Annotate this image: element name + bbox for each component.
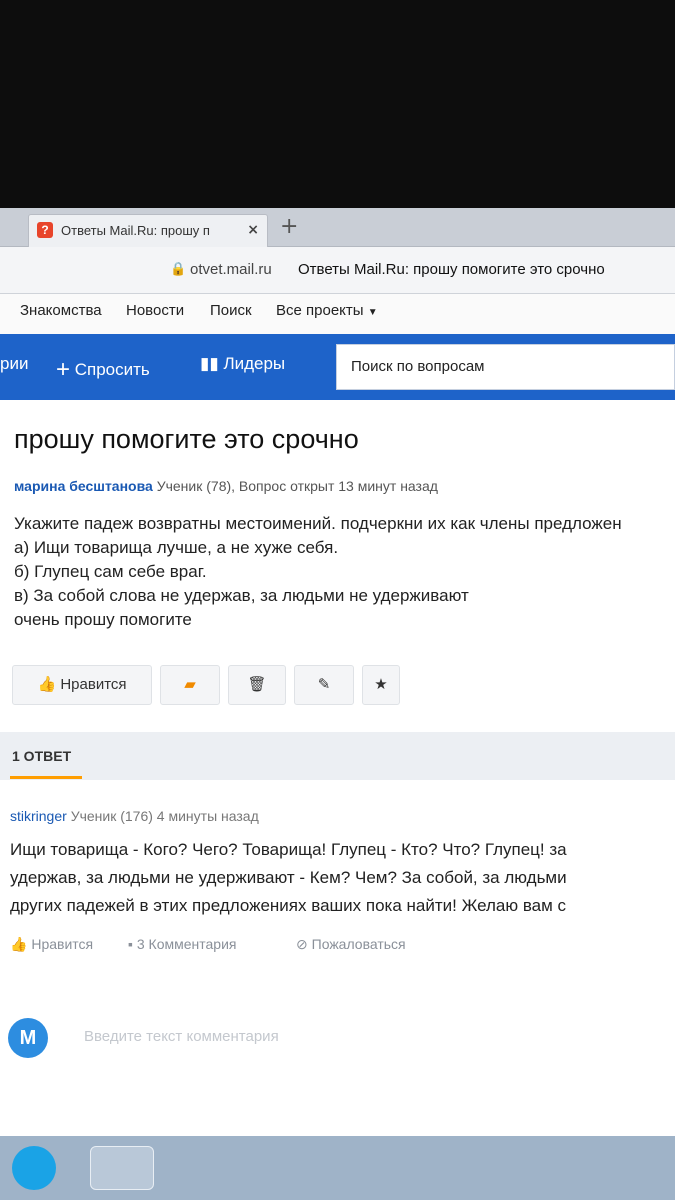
lock-icon: 🔒 <box>170 262 187 277</box>
portal-nav: Знакомства Новости Поиск Все проекты ▼ <box>0 294 675 334</box>
answer-line: Ищи товарища - Кого? Чего? Товарища! Глу… <box>10 840 567 859</box>
question-meta-text: Ученик (78), Вопрос открыт 13 минут наза… <box>156 478 438 494</box>
answer-meta-text: Ученик (176) 4 минуты назад <box>70 808 259 824</box>
answers-header: 1 ОТВЕТ <box>0 732 675 780</box>
plus-icon: + <box>56 356 71 383</box>
nav-categories[interactable]: рии <box>0 354 28 374</box>
answer-comments-label: 3 Комментария <box>136 936 237 952</box>
nav-all-projects[interactable]: Все проекты ▼ <box>276 302 378 319</box>
answer-comments-button[interactable]: ▪ 3 Комментария <box>128 936 236 952</box>
nav-all-projects-label: Все проекты <box>276 302 364 319</box>
bookmark-icon: ▰ <box>184 676 196 693</box>
pencil-icon: ✎ <box>317 676 331 693</box>
question-line: в) За собой слова не удержав, за людьми … <box>14 586 469 605</box>
answer-meta: stikringer Ученик (176) 4 минуты назад <box>10 808 259 824</box>
comment-input[interactable]: Введите текст комментария <box>84 1028 279 1045</box>
avatar: М <box>8 1018 48 1058</box>
question-body: Укажите падеж возвратны местоимений. под… <box>14 512 674 632</box>
comment-icon: ▪ <box>128 936 133 952</box>
trash-icon: 🗑 <box>247 676 267 693</box>
browser-window: ? Ответы Mail.Ru: прошу п × + 🔒 otvet.ma… <box>0 208 675 1200</box>
question-line: очень прошу помогите <box>14 610 192 629</box>
question-title: прошу помогите это срочно <box>14 424 359 454</box>
edit-button[interactable]: ✎ <box>294 665 354 705</box>
favicon-icon: ? <box>37 222 53 238</box>
ask-label: Спросить <box>74 360 150 379</box>
taskbar <box>0 1136 675 1200</box>
bar-chart-icon: ▮▮ <box>200 354 219 373</box>
close-tab-icon[interactable]: × <box>247 222 259 238</box>
address-bar[interactable]: 🔒 otvet.mail.ru Ответы Mail.Ru: прошу по… <box>0 247 675 294</box>
answer-report-label: Пожаловаться <box>311 936 406 952</box>
report-icon: ⊘ <box>296 936 308 952</box>
answer-line: других падежей в этих предложениях ваших… <box>10 896 567 915</box>
address-page-title: Ответы Mail.Ru: прошу помогите это срочн… <box>298 261 605 278</box>
answer-line: удержав, за людьми не удерживают - Кем? … <box>10 868 567 887</box>
question-line: а) Ищи товарища лучше, а не хуже себя. <box>14 538 339 557</box>
nav-news[interactable]: Новости <box>126 302 184 319</box>
star-icon: ★ <box>374 676 388 693</box>
question-meta: марина бесштанова Ученик (78), Вопрос от… <box>14 478 438 494</box>
answer-report-button[interactable]: ⊘ Пожаловаться <box>296 936 406 953</box>
internet-explorer-icon[interactable] <box>90 1146 154 1190</box>
question-author[interactable]: марина бесштанова <box>14 478 153 494</box>
answer-author[interactable]: stikringer <box>10 808 67 824</box>
leaders-button[interactable]: ▮▮ Лидеры <box>200 354 285 374</box>
favorite-button[interactable]: ★ <box>362 665 400 705</box>
site-header: рии + Спросить ▮▮ Лидеры Поиск по вопрос… <box>0 334 675 400</box>
delete-button[interactable]: 🗑 <box>228 665 286 705</box>
chevron-down-icon: ▼ <box>367 307 378 318</box>
answers-tab-underline <box>10 776 82 779</box>
like-label: Нравится <box>60 676 127 693</box>
question-page: прошу помогите это срочно марина бесштан… <box>0 400 675 1200</box>
browser-tab[interactable]: ? Ответы Mail.Ru: прошу п × <box>28 214 268 247</box>
skype-icon[interactable] <box>12 1146 56 1190</box>
thumbs-up-icon: 👍 <box>37 676 57 693</box>
tab-title: Ответы Mail.Ru: прошу п <box>61 223 210 238</box>
new-tab-icon[interactable]: + <box>280 214 298 239</box>
answer-like-label: Нравится <box>31 936 94 952</box>
answers-count[interactable]: 1 ОТВЕТ <box>12 748 71 764</box>
answer-like-button[interactable]: 👍 Нравится <box>10 936 93 953</box>
answer-body: Ищи товарища - Кого? Чего? Товарища! Глу… <box>10 836 675 920</box>
nav-search[interactable]: Поиск <box>210 302 252 319</box>
question-line: б) Глупец сам себе враг. <box>14 562 207 581</box>
thumbs-up-icon: 👍 <box>10 936 28 952</box>
like-button[interactable]: 👍 Нравится <box>12 665 152 705</box>
question-line: Укажите падеж возвратны местоимений. под… <box>14 514 622 533</box>
address-url[interactable]: otvet.mail.ru <box>190 261 272 278</box>
leaders-label: Лидеры <box>223 354 286 373</box>
nav-dating[interactable]: Знакомства <box>20 302 102 319</box>
ask-button[interactable]: + Спросить <box>56 354 150 383</box>
bookmark-button[interactable]: ▰ <box>160 665 220 705</box>
search-input[interactable]: Поиск по вопросам <box>336 344 675 390</box>
tab-strip: ? Ответы Mail.Ru: прошу п × + <box>0 208 675 247</box>
